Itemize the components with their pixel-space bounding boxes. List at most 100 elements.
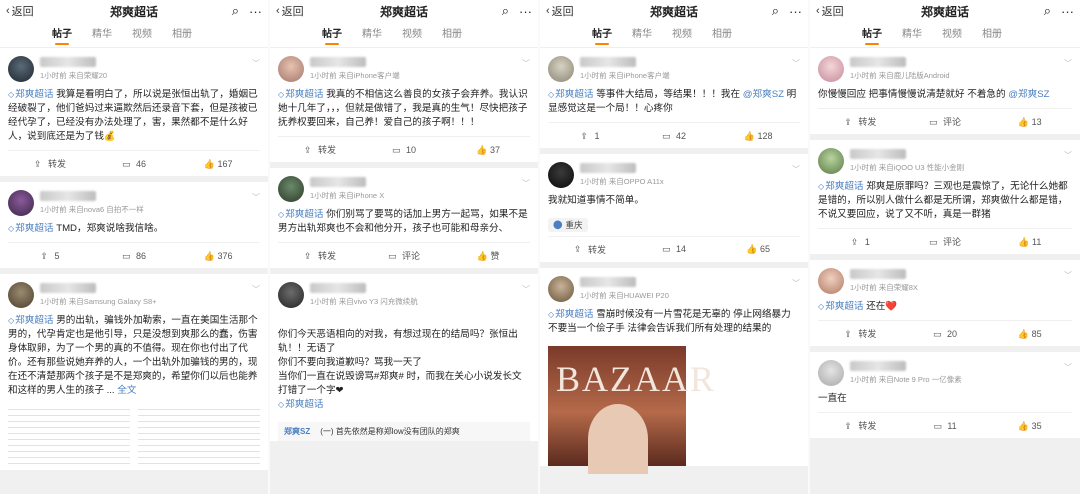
chevron-down-icon[interactable]: ﹀ [1064, 362, 1072, 373]
chevron-down-icon[interactable]: ﹀ [252, 284, 260, 295]
topic-tag[interactable]: 郑爽超话 [818, 181, 864, 192]
chevron-down-icon[interactable]: ﹀ [252, 58, 260, 69]
topic-tag[interactable]: 郑爽超话 [8, 89, 54, 100]
like-button[interactable]: 👍 35 [987, 413, 1072, 438]
avatar[interactable] [548, 56, 574, 82]
mention-link[interactable]: @郑爽SZ [743, 89, 784, 100]
post-card[interactable]: 1小时前 来自Samsung Galaxy S8+ ﹀ 郑爽超话 男的出轨，骗钱… [0, 274, 268, 470]
more-icon[interactable]: ··· [1061, 4, 1074, 19]
search-icon[interactable]: ⌕ [502, 3, 509, 19]
username[interactable] [310, 57, 366, 67]
username[interactable] [580, 57, 636, 67]
username[interactable] [40, 57, 96, 67]
like-button[interactable]: 👍 13 [987, 109, 1072, 134]
chevron-down-icon[interactable]: ﹀ [1064, 58, 1072, 69]
username[interactable] [850, 57, 906, 67]
like-button[interactable]: 👍 167 [176, 151, 260, 176]
avatar[interactable] [8, 282, 34, 308]
post-card[interactable]: 1小时前 来自iPhone客户端 ﹀ 郑爽超话 我真的不相信这么善良的女孩子会弃… [270, 48, 538, 162]
search-icon[interactable]: ⌕ [772, 3, 779, 19]
post-card[interactable]: 1小时前 来自HUAWEI P20 ﹀ 郑爽超话 雪崩时候没有一片雪花是无辜的 … [540, 267, 808, 474]
username[interactable] [580, 163, 636, 173]
mention-link[interactable]: @郑爽SZ [1008, 89, 1049, 100]
username[interactable] [40, 191, 96, 201]
back-button[interactable]: ‹ 返回 [6, 3, 34, 19]
comment-button[interactable]: ▭ 42 [632, 123, 716, 148]
like-button[interactable]: 👍 376 [176, 243, 260, 268]
comment-button[interactable]: ▭ 20 [903, 321, 988, 346]
more-icon[interactable]: ··· [519, 4, 532, 19]
comment-button[interactable]: ▭ 评论 [362, 243, 446, 268]
topic-tag[interactable]: 郑爽超话 [278, 209, 324, 220]
comment-button[interactable]: ▭ 14 [632, 237, 716, 262]
username[interactable] [310, 177, 366, 187]
like-button[interactable]: 👍 65 [716, 237, 800, 262]
avatar[interactable] [548, 275, 574, 302]
avatar[interactable] [8, 190, 34, 216]
quoted-username[interactable]: 郑爽SZ [284, 426, 310, 437]
avatar[interactable] [8, 56, 34, 82]
topic-tag[interactable]: 郑爽超话 [8, 223, 54, 234]
like-button[interactable]: 👍 11 [987, 229, 1072, 254]
repost-button[interactable]: ⇪ 转发 [278, 137, 362, 162]
chevron-down-icon[interactable]: ﹀ [792, 278, 800, 289]
tab-video[interactable]: 视频 [132, 22, 152, 48]
avatar[interactable] [548, 162, 574, 188]
chevron-down-icon[interactable]: ﹀ [1064, 270, 1072, 281]
tab-album[interactable]: 相册 [982, 22, 1002, 48]
tab-essence[interactable]: 精华 [362, 22, 382, 48]
avatar[interactable] [818, 56, 844, 82]
back-button[interactable]: ‹ 返回 [546, 3, 574, 19]
tab-essence[interactable]: 精华 [902, 22, 922, 48]
location-tag[interactable]: ⬤ 重庆 [548, 217, 588, 232]
avatar[interactable] [278, 282, 304, 308]
comment-button[interactable]: ▭ 10 [362, 137, 446, 162]
username[interactable] [310, 283, 366, 293]
screenshot-image[interactable] [138, 404, 260, 464]
screenshot-image[interactable] [8, 404, 130, 464]
search-icon[interactable]: ⌕ [232, 3, 239, 19]
full-text-link[interactable]: 全文 [117, 385, 136, 396]
tab-posts[interactable]: 帖子 [862, 22, 882, 48]
chevron-down-icon[interactable]: ﹀ [522, 178, 530, 189]
tab-posts[interactable]: 帖子 [322, 22, 342, 48]
like-button[interactable]: 👍 85 [987, 321, 1072, 346]
comment-button[interactable]: ▭ 评论 [903, 229, 988, 254]
avatar[interactable] [818, 268, 844, 294]
chevron-down-icon[interactable]: ﹀ [792, 164, 800, 175]
tab-album[interactable]: 相册 [442, 22, 462, 48]
avatar[interactable] [278, 56, 304, 82]
tab-essence[interactable]: 精华 [632, 22, 652, 48]
post-card[interactable]: 1小时前 来自荣耀8X ﹀ 郑爽超话 还在❤️ ⇪转发 ▭20 👍85 [810, 260, 1080, 346]
username[interactable] [850, 361, 906, 371]
repost-button[interactable]: ⇪ 转发 [818, 413, 903, 438]
chevron-down-icon[interactable]: ﹀ [522, 284, 530, 295]
topic-tag[interactable]: 郑爽超话 [278, 89, 324, 100]
chevron-down-icon[interactable]: ﹀ [792, 58, 800, 69]
topic-tag[interactable]: 郑爽超话 [818, 301, 864, 312]
post-card[interactable]: 1小时前 来自Note 9 Pro 一亿像素 ﹀ 一直在 ⇪ 转发 ▭ 11 👍 35 [810, 352, 1080, 438]
avatar[interactable] [818, 148, 844, 174]
magazine-cover-image[interactable]: BAZAAR [548, 345, 714, 474]
repost-button[interactable]: ⇪ 转发 [548, 237, 632, 262]
like-button[interactable]: 👍 赞 [446, 243, 530, 268]
chevron-down-icon[interactable]: ﹀ [522, 58, 530, 69]
post-card[interactable]: 1小时前 来自nova6 自拍不一样 ﹀ 郑爽超话 TMD，郑爽说啥我信啥。 ⇪… [0, 182, 268, 268]
post-card[interactable]: 1小时前 来自iPhone客户端 ﹀ 郑爽超话 等事件大结局，等结果！！！我在 … [540, 48, 808, 148]
chevron-down-icon[interactable]: ﹀ [252, 192, 260, 203]
image-thumbnails[interactable] [8, 404, 260, 470]
tab-posts[interactable]: 帖子 [52, 22, 72, 48]
repost-button[interactable]: ⇪ 5 [8, 243, 92, 268]
comment-button[interactable]: ▭ 评论 [903, 109, 988, 134]
tab-video[interactable]: 视频 [672, 22, 692, 48]
tab-essence[interactable]: 精华 [92, 22, 112, 48]
topic-tag[interactable]: 郑爽超话 [8, 315, 54, 326]
repost-button[interactable]: ⇪ 转发 [278, 243, 362, 268]
username[interactable] [40, 283, 96, 293]
topic-tag[interactable]: 郑爽超话 [548, 89, 594, 100]
back-button[interactable]: ‹ 返回 [816, 3, 844, 19]
tab-album[interactable]: 相册 [172, 22, 192, 48]
topic-tag[interactable]: 郑爽超话 [548, 309, 594, 320]
comment-button[interactable]: ▭ 86 [92, 243, 176, 268]
repost-button[interactable]: ⇪ 转发 [818, 321, 903, 346]
